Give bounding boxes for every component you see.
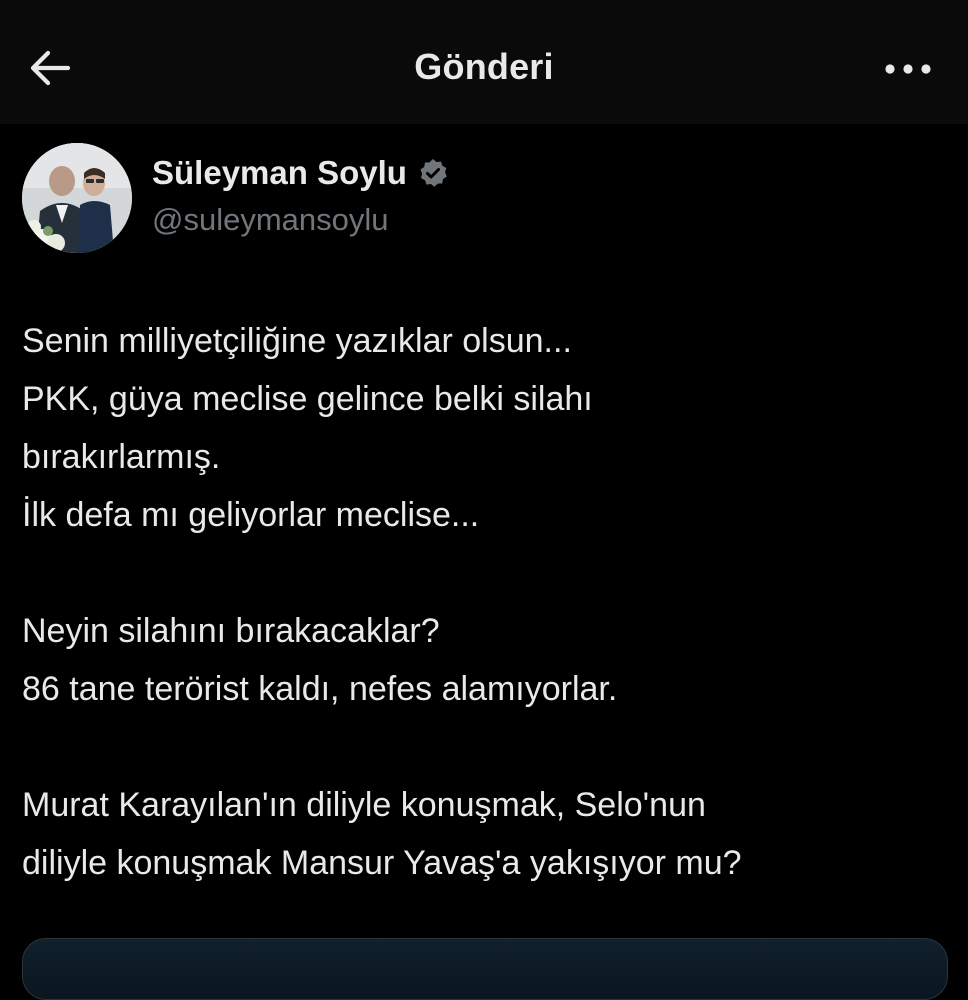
verified-badge-icon bbox=[417, 157, 449, 189]
more-horizontal-icon bbox=[884, 62, 932, 80]
author-display-name[interactable]: Süleyman Soylu bbox=[152, 154, 407, 192]
tweet-line: İlk defa mı geliyorlar meclise... bbox=[22, 496, 480, 534]
more-options-button[interactable] bbox=[878, 46, 938, 96]
tweet-media[interactable] bbox=[22, 938, 948, 1000]
avatar[interactable] bbox=[22, 143, 132, 253]
tweet-line: Senin milliyetçiliğine yazıklar olsun... bbox=[22, 322, 572, 360]
top-app-bar: Gönderi bbox=[0, 0, 968, 124]
page-title: Gönderi bbox=[414, 46, 554, 87]
author-name-row[interactable]: Süleyman Soylu bbox=[152, 154, 449, 192]
tweet-line: PKK, güya meclise gelince belki silahı bbox=[22, 380, 593, 418]
tweet-line: Murat Karayılan'ın diliyle konuşmak, Sel… bbox=[22, 786, 706, 824]
tweet-line: diliyle konuşmak Mansur Yavaş'a yakışıyo… bbox=[22, 844, 742, 882]
author-handle[interactable]: @suleymansoylu bbox=[152, 202, 389, 238]
tweet-line: 86 tane terörist kaldı, nefes alamıyorla… bbox=[22, 670, 618, 708]
tweet-line: bırakırlarmış. bbox=[22, 438, 221, 476]
tweet-line: Neyin silahını bırakacaklar? bbox=[22, 612, 440, 650]
avatar-photo bbox=[22, 143, 132, 253]
tweet-text: Senin milliyetçiliğine yazıklar olsun...… bbox=[22, 312, 942, 892]
